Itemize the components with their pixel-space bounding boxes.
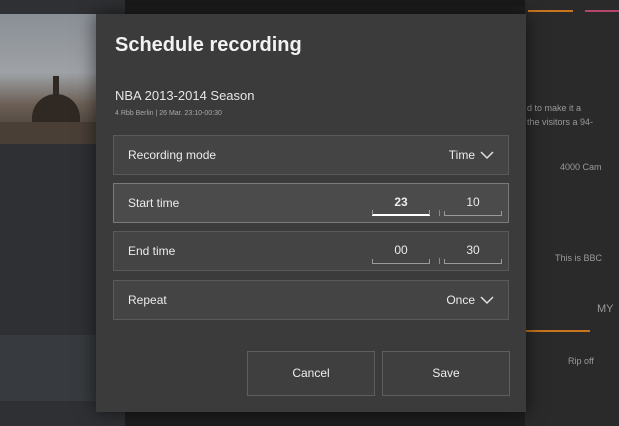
end-time-row: End time 00 30 <box>113 231 509 271</box>
dialog-title: Schedule recording <box>115 34 302 56</box>
background-text: MY <box>597 303 614 315</box>
chevron-down-icon <box>480 296 494 305</box>
repeat-label: Repeat <box>128 293 167 307</box>
end-time-label: End time <box>128 244 176 258</box>
start-time-minutes-field[interactable]: 10 <box>444 190 502 216</box>
background-accent-bar <box>520 330 590 332</box>
start-time-hours-field[interactable]: 23 <box>372 190 430 216</box>
repeat-value-wrap: Once <box>446 293 494 307</box>
program-title: NBA 2013-2014 Season <box>115 88 255 103</box>
recording-mode-value: Time <box>448 148 475 162</box>
chevron-down-icon <box>480 151 494 160</box>
end-time-hours-field[interactable]: 00 <box>372 238 430 264</box>
background-accent-bar <box>585 10 619 12</box>
schedule-recording-dialog: Schedule recording NBA 2013-2014 Season … <box>96 14 526 412</box>
background-accent-bar <box>528 10 573 12</box>
time-separator <box>439 210 440 216</box>
background-text: This is BBC <box>555 253 603 263</box>
time-separator <box>439 258 440 264</box>
background-text: 4000 Cam <box>560 162 602 172</box>
repeat-dropdown[interactable]: Repeat Once <box>113 280 509 320</box>
repeat-value: Once <box>446 293 475 307</box>
recording-mode-value-wrap: Time <box>449 148 494 162</box>
recording-mode-dropdown[interactable]: Recording mode Time <box>113 135 509 175</box>
save-button[interactable]: Save <box>382 351 510 396</box>
background-text: the visitors a 94- <box>527 117 594 127</box>
start-time-label: Start time <box>128 196 180 210</box>
background-text: d to make it a <box>527 103 582 113</box>
end-time-minutes-field[interactable]: 30 <box>444 238 502 264</box>
program-subtitle: 4 Rbb Berlin | 26 Mar. 23:10-00:30 <box>115 110 222 117</box>
background-text: Rip off <box>568 356 594 366</box>
cancel-button[interactable]: Cancel <box>247 351 375 396</box>
start-time-row: Start time 23 10 <box>113 183 509 223</box>
recording-mode-label: Recording mode <box>128 148 217 162</box>
